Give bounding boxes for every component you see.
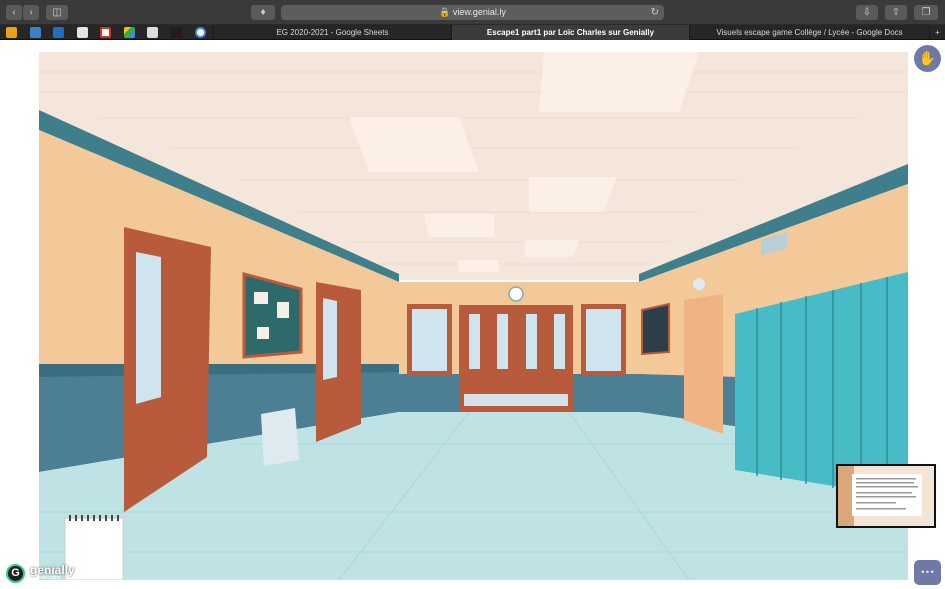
bookmarks-tab-bar: EG 2020-2021 - Google Sheets Escape1 par… bbox=[0, 25, 945, 40]
ellipsis-icon: ⋯ bbox=[920, 563, 935, 579]
tag-button[interactable]: ♦ bbox=[251, 5, 275, 20]
bookmark-7-icon[interactable] bbox=[147, 27, 158, 38]
bookmark-8-icon[interactable] bbox=[171, 27, 182, 38]
tag-icon: ♦ bbox=[260, 7, 266, 18]
sidebar-icon: ◫ bbox=[52, 7, 62, 18]
thumbnail-preview-image bbox=[838, 466, 934, 526]
tab-google-sheets[interactable]: EG 2020-2021 - Google Sheets bbox=[213, 25, 451, 40]
lock-icon: 🔒 bbox=[439, 7, 451, 17]
tab-genially[interactable]: Escape1 part1 par Loïc Charles sur Genia… bbox=[451, 25, 689, 40]
forward-button[interactable]: › bbox=[23, 5, 39, 20]
gmail-icon[interactable] bbox=[100, 27, 111, 38]
hallway-scene bbox=[39, 52, 908, 580]
tabs-overview-button[interactable]: ❐ bbox=[914, 5, 938, 20]
hand-icon: ✋ bbox=[918, 50, 937, 66]
browser-toolbar: ‹ › ◫ ♦ 🔒 view.genial.ly ↻ ⇩ ⇧ ❐ bbox=[0, 0, 945, 25]
address-bar[interactable]: 🔒 view.genial.ly ↻ bbox=[281, 5, 664, 20]
genially-logo-icon: G bbox=[6, 564, 25, 583]
tab-google-docs[interactable]: Visuels escape game Collège / Lycée - Go… bbox=[689, 25, 929, 40]
sidebar-toggle-button[interactable]: ◫ bbox=[46, 5, 68, 20]
hand-cursor-button[interactable]: ✋ bbox=[914, 45, 941, 72]
outlook-icon[interactable] bbox=[53, 27, 64, 38]
download-button[interactable]: ⇩ bbox=[856, 5, 878, 20]
hallway-illustration bbox=[39, 52, 908, 580]
more-options-button[interactable]: ⋯ bbox=[914, 560, 941, 585]
new-tab-button[interactable]: + bbox=[929, 25, 945, 40]
back-button[interactable]: ‹ bbox=[6, 5, 22, 20]
bookmark-1-icon[interactable] bbox=[6, 27, 17, 38]
preview-thumbnail[interactable] bbox=[836, 464, 936, 528]
share-button[interactable]: ⇧ bbox=[885, 5, 907, 20]
google-icon[interactable] bbox=[195, 27, 206, 38]
share-icon: ⇧ bbox=[891, 7, 901, 18]
bookmark-2-icon[interactable] bbox=[30, 27, 41, 38]
bookmark-4-icon[interactable] bbox=[77, 27, 88, 38]
tabs-icon: ❐ bbox=[921, 7, 931, 18]
reload-icon[interactable]: ↻ bbox=[651, 5, 659, 20]
address-url: view.genial.ly bbox=[452, 7, 506, 17]
brand-subtitle: education bbox=[39, 575, 61, 581]
drive-icon[interactable] bbox=[124, 27, 135, 38]
download-icon: ⇩ bbox=[862, 7, 872, 18]
